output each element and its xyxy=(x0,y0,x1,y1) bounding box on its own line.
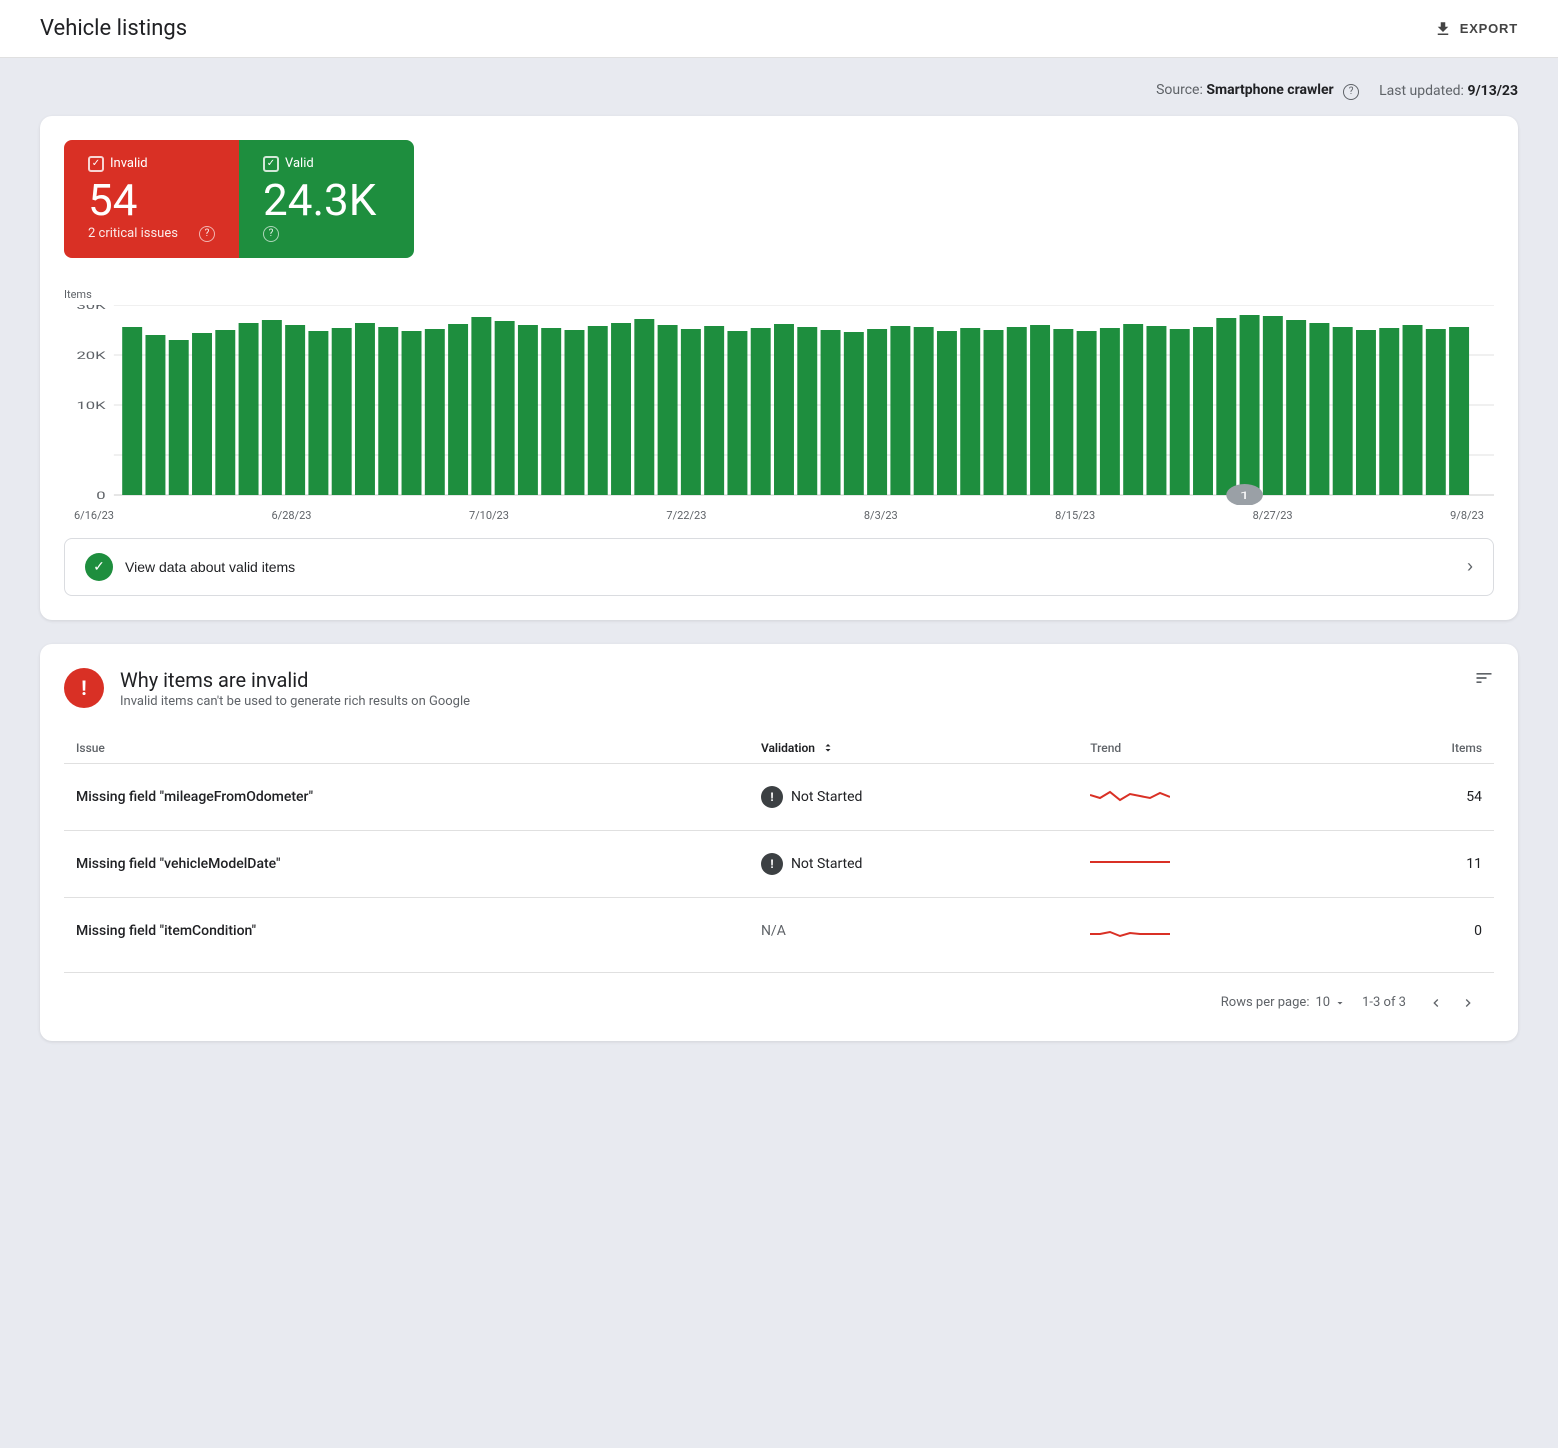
issue-name-3: Missing field "itemCondition" xyxy=(64,897,749,964)
chart-card: ✓ Invalid 54 2 critical issues ? ✓ Valid… xyxy=(40,116,1518,620)
source-bar: Source: Smartphone crawler ? Last update… xyxy=(40,82,1518,100)
error-icon: ! xyxy=(64,668,104,708)
items-count-1: 54 xyxy=(1351,763,1494,830)
filter-icon[interactable] xyxy=(1474,668,1494,693)
items-count-2: 11 xyxy=(1351,830,1494,897)
invalid-check-icon: ✓ xyxy=(88,156,104,172)
last-updated: Last updated: 9/13/23 xyxy=(1379,83,1518,99)
valid-sub: ? xyxy=(263,226,390,242)
svg-text:20K: 20K xyxy=(76,350,106,362)
valid-help-icon[interactable]: ? xyxy=(263,226,279,242)
valid-count: 24.3K xyxy=(263,178,390,222)
issue-name-1: Missing field "mileageFromOdometer" xyxy=(64,763,749,830)
svg-text:30K: 30K xyxy=(76,305,106,312)
bar-chart: 30K 20K 10K 0 xyxy=(64,305,1494,505)
svg-text:0: 0 xyxy=(96,490,105,502)
valid-tile-label: ✓ Valid xyxy=(263,156,390,172)
table-footer: Rows per page: 10 1-3 of 3 xyxy=(64,972,1494,1017)
issues-table: Issue Validation Trend Items Missing fie… xyxy=(64,733,1494,964)
invalid-tile-label: ✓ Invalid xyxy=(88,156,215,172)
valid-check-icon: ✓ xyxy=(263,156,279,172)
trend-chart-2 xyxy=(1090,847,1170,877)
validation-1: ! Not Started xyxy=(749,763,1078,830)
page-header: Vehicle listings EXPORT xyxy=(0,0,1558,58)
table-row: Missing field "mileageFromOdometer" ! No… xyxy=(64,763,1494,830)
table-row: Missing field "vehicleModelDate" ! Not S… xyxy=(64,830,1494,897)
issue-name-2: Missing field "vehicleModelDate" xyxy=(64,830,749,897)
main-content: Source: Smartphone crawler ? Last update… xyxy=(0,58,1558,1065)
view-data-label: View data about valid items xyxy=(125,559,295,575)
view-data-check-icon: ✓ xyxy=(85,553,113,581)
trend-chart-3 xyxy=(1090,914,1170,944)
invalid-section: ! Why items are invalid Invalid items ca… xyxy=(40,644,1518,1041)
validation-3: N/A xyxy=(749,897,1078,964)
rows-per-page-value: 10 xyxy=(1315,995,1330,1010)
source-info-icon[interactable]: ? xyxy=(1343,84,1359,100)
invalid-count: 54 xyxy=(88,178,215,222)
prev-page-icon xyxy=(1428,995,1444,1011)
table-row: Missing field "itemCondition" N/A 0 xyxy=(64,897,1494,964)
trend-2 xyxy=(1078,830,1351,897)
col-issue: Issue xyxy=(64,733,749,764)
invalid-header: ! Why items are invalid Invalid items ca… xyxy=(64,668,1494,709)
trend-3 xyxy=(1078,897,1351,964)
chart-container: 30K 20K 10K 0 xyxy=(64,305,1494,505)
view-data-button[interactable]: ✓ View data about valid items › xyxy=(64,538,1494,596)
chart-area: Items 30K 20K 10K 0 xyxy=(64,278,1494,522)
invalid-sub: 2 critical issues ? xyxy=(88,226,215,242)
trend-1 xyxy=(1078,763,1351,830)
invalid-tile: ✓ Invalid 54 2 critical issues ? xyxy=(64,140,239,258)
invalid-help-icon[interactable]: ? xyxy=(199,226,215,242)
col-items: Items xyxy=(1351,733,1494,764)
not-started-icon-2: ! xyxy=(761,853,783,875)
svg-text:1: 1 xyxy=(1240,490,1249,502)
chart-y-label: Items xyxy=(64,288,1494,301)
table-header-row: Issue Validation Trend Items xyxy=(64,733,1494,764)
status-tiles: ✓ Invalid 54 2 critical issues ? ✓ Valid… xyxy=(64,140,1494,258)
view-data-chevron-icon: › xyxy=(1467,556,1473,577)
page-nav xyxy=(1422,989,1482,1017)
invalid-title: Why items are invalid xyxy=(120,668,470,692)
trend-chart-1 xyxy=(1090,780,1170,810)
source-label: Source: Smartphone crawler ? xyxy=(1156,82,1359,100)
export-icon xyxy=(1434,20,1452,38)
dropdown-chevron-icon xyxy=(1334,997,1346,1009)
not-started-icon-1: ! xyxy=(761,786,783,808)
col-trend: Trend xyxy=(1078,733,1351,764)
next-page-icon xyxy=(1460,995,1476,1011)
svg-text:10K: 10K xyxy=(76,400,106,412)
next-page-button[interactable] xyxy=(1454,989,1482,1017)
invalid-subtitle: Invalid items can't be used to generate … xyxy=(120,694,470,709)
rows-per-page-label: Rows per page: xyxy=(1221,995,1310,1010)
valid-tile: ✓ Valid 24.3K ? xyxy=(239,140,414,258)
export-button[interactable]: EXPORT xyxy=(1434,20,1518,38)
items-count-3: 0 xyxy=(1351,897,1494,964)
prev-page-button[interactable] xyxy=(1422,989,1450,1017)
chart-x-labels: 6/16/23 6/28/23 7/10/23 7/22/23 8/3/23 8… xyxy=(64,509,1494,522)
page-title: Vehicle listings xyxy=(40,16,187,41)
rows-per-page: Rows per page: 10 xyxy=(1221,995,1346,1010)
validation-2: ! Not Started xyxy=(749,830,1078,897)
page-info: 1-3 of 3 xyxy=(1362,995,1406,1010)
rows-per-page-dropdown[interactable]: 10 xyxy=(1315,995,1346,1010)
col-validation[interactable]: Validation xyxy=(749,733,1078,764)
invalid-heading-text: Why items are invalid Invalid items can'… xyxy=(120,668,470,709)
